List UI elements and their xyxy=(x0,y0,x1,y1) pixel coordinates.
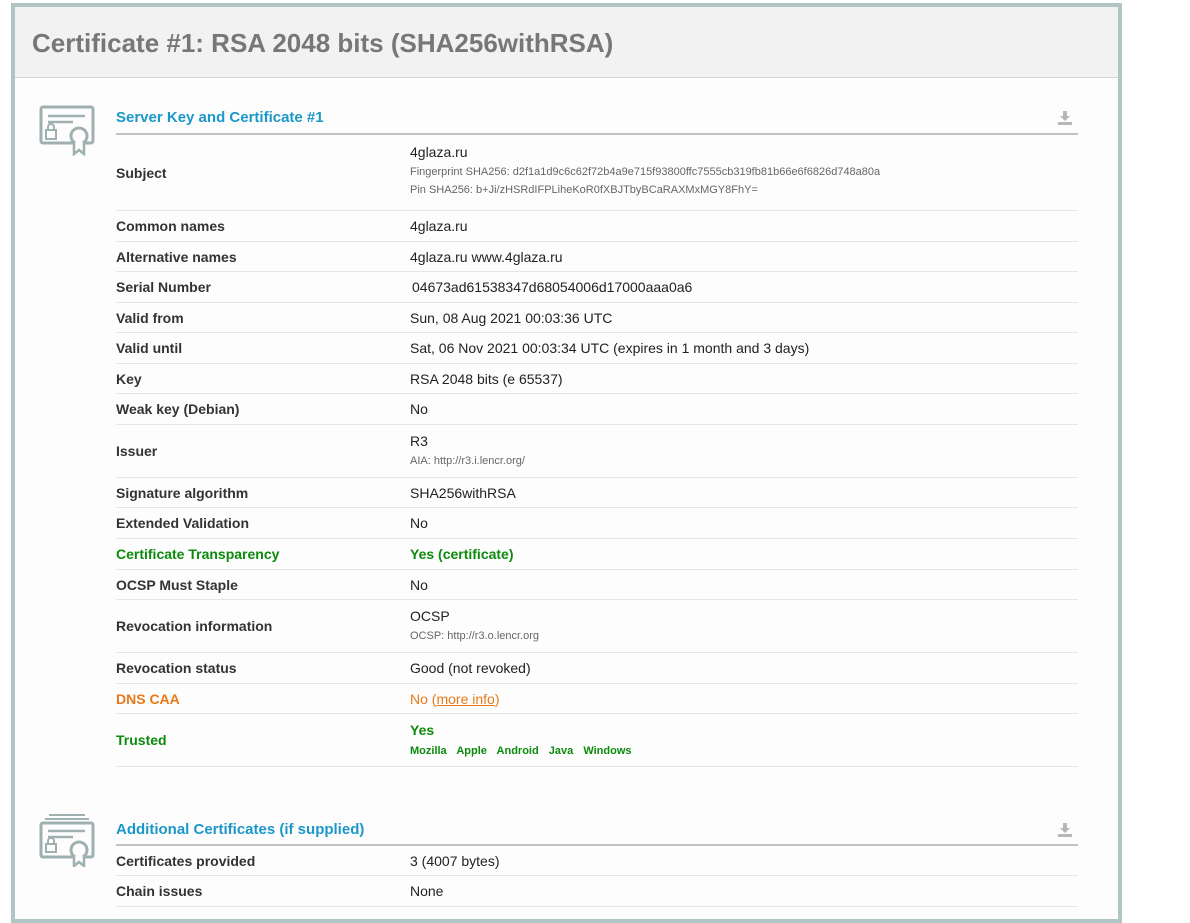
row-subject: Subject 4glaza.ru Fingerprint SHA256: d2… xyxy=(116,135,1078,211)
subject-pin: Pin SHA256: b+Ji/zHSRdIFPLiheKoR0fXBJTby… xyxy=(410,184,758,196)
value-valid-from: Sun, 08 Aug 2021 00:03:36 UTC xyxy=(410,309,613,326)
label-valid-until: Valid until xyxy=(116,340,183,356)
subject-domain: 4glaza.ru xyxy=(410,144,468,160)
row-valid-from: Valid from Sun, 08 Aug 2021 00:03:36 UTC xyxy=(116,303,1078,333)
label-extended-validation: Extended Validation xyxy=(116,515,250,531)
value-key: RSA 2048 bits (e 65537) xyxy=(410,370,563,387)
row-common-names: Common names 4glaza.ru xyxy=(116,211,1078,242)
row-chain-issues: Chain issues None xyxy=(116,876,1078,907)
row-certificate-transparency: Certificate Transparency Yes (certificat… xyxy=(116,539,1078,570)
value-common-names: 4glaza.ru xyxy=(410,218,468,234)
trusted-status: Yes xyxy=(410,722,435,738)
value-chain-issues: None xyxy=(410,883,444,899)
value-subject: 4glaza.ru Fingerprint SHA256: d2f1a1d9c6… xyxy=(410,144,880,196)
row-alternative-names: Alternative names 4glaza.ru www.4glaza.r… xyxy=(116,242,1078,272)
issuer-name: R3 xyxy=(410,433,428,449)
server-key-table: Subject 4glaza.ru Fingerprint SHA256: d2… xyxy=(116,135,1078,767)
value-ocsp-must-staple: No xyxy=(410,576,428,593)
platform-apple: Apple xyxy=(456,745,487,757)
certificate-icon xyxy=(39,105,95,156)
label-weak-key: Weak key (Debian) xyxy=(116,401,240,417)
page-title: Certificate #1: RSA 2048 bits (SHA256wit… xyxy=(32,28,614,58)
row-revocation-status: Revocation status Good (not revoked) xyxy=(116,653,1078,684)
value-trusted: Yes Mozilla Apple Android Java Windows xyxy=(410,722,639,757)
certificate-panel: Certificate #1: RSA 2048 bits (SHA256wit… xyxy=(11,3,1122,923)
label-dns-caa: DNS CAA xyxy=(116,690,180,707)
row-certificates-provided: Certificates provided 3 (4007 bytes) xyxy=(116,846,1078,876)
certificates-stack-icon xyxy=(39,814,95,867)
platform-android: Android xyxy=(496,745,539,757)
label-chain-issues: Chain issues xyxy=(116,883,203,899)
row-valid-until: Valid until Sat, 06 Nov 2021 00:03:34 UT… xyxy=(116,333,1078,364)
row-ocsp-must-staple: OCSP Must Staple No xyxy=(116,570,1078,600)
section-title-additional-certificates: Additional Certificates (if supplied) xyxy=(116,821,365,838)
value-alternative-names: 4glaza.ru www.4glaza.ru xyxy=(410,248,563,265)
label-certificate-transparency: Certificate Transparency xyxy=(116,546,280,562)
value-certificates-provided: 3 (4007 bytes) xyxy=(410,852,500,869)
platform-windows: Windows xyxy=(583,745,632,757)
additional-certificates-table: Certificates provided 3 (4007 bytes) Cha… xyxy=(116,846,1078,907)
value-issuer: R3 AIA: http://r3.i.lencr.org/ xyxy=(410,433,525,467)
download-icon[interactable] xyxy=(1058,822,1072,838)
label-serial-number: Serial Number xyxy=(116,279,211,295)
label-key: Key xyxy=(116,370,142,387)
row-signature-algorithm: Signature algorithm SHA256withRSA xyxy=(116,478,1078,508)
trusted-platforms: Mozilla Apple Android Java Windows xyxy=(410,745,639,757)
label-common-names: Common names xyxy=(116,218,225,234)
row-key: Key RSA 2048 bits (e 65537) xyxy=(116,364,1078,394)
row-issuer: Issuer R3 AIA: http://r3.i.lencr.org/ xyxy=(116,425,1078,478)
value-valid-until: Sat, 06 Nov 2021 00:03:34 UTC (expires i… xyxy=(410,340,810,356)
download-icon[interactable] xyxy=(1058,110,1072,126)
label-valid-from: Valid from xyxy=(116,309,184,326)
label-signature-algorithm: Signature algorithm xyxy=(116,484,249,501)
subject-fingerprint: Fingerprint SHA256: d2f1a1d9c6c62f72b4a9… xyxy=(410,166,881,178)
row-weak-key: Weak key (Debian) No xyxy=(116,394,1078,425)
value-revocation-information: OCSP OCSP: http://r3.o.lencr.org xyxy=(410,608,539,642)
value-dns-caa: No (more info) xyxy=(410,691,500,707)
row-revocation-information: Revocation information OCSP OCSP: http:/… xyxy=(116,600,1078,653)
label-certificates-provided: Certificates provided xyxy=(116,852,256,869)
row-trusted: Trusted Yes Mozilla Apple Android Java W… xyxy=(116,714,1078,767)
revocation-method: OCSP xyxy=(410,608,450,624)
title-bar: Certificate #1: RSA 2048 bits (SHA256wit… xyxy=(15,7,1118,78)
label-revocation-information: Revocation information xyxy=(116,618,273,634)
platform-mozilla: Mozilla xyxy=(410,745,447,757)
dns-caa-paren-close: ) xyxy=(494,690,500,707)
value-certificate-transparency: Yes (certificate) xyxy=(410,546,514,562)
value-extended-validation: No xyxy=(410,515,428,531)
dns-caa-status: No xyxy=(410,690,428,707)
label-alternative-names: Alternative names xyxy=(116,248,237,265)
value-serial-number: 04673ad61538347d68054006d17000aaa0a6 xyxy=(412,279,693,295)
label-revocation-status: Revocation status xyxy=(116,660,237,676)
row-extended-validation: Extended Validation No xyxy=(116,508,1078,539)
section-title-server-key: Server Key and Certificate #1 xyxy=(116,109,324,126)
label-trusted: Trusted xyxy=(116,732,167,748)
value-revocation-status: Good (not revoked) xyxy=(410,660,531,676)
label-ocsp-must-staple: OCSP Must Staple xyxy=(116,576,238,593)
row-serial-number: Serial Number 04673ad61538347d68054006d1… xyxy=(116,272,1078,303)
issuer-aia: AIA: http://r3.i.lencr.org/ xyxy=(410,455,525,467)
label-subject: Subject xyxy=(116,164,167,181)
value-weak-key: No xyxy=(410,401,428,417)
revocation-ocsp-url: OCSP: http://r3.o.lencr.org xyxy=(410,630,540,642)
value-signature-algorithm: SHA256withRSA xyxy=(410,484,516,501)
row-dns-caa: DNS CAA No (more info) xyxy=(116,684,1078,714)
platform-java: Java xyxy=(548,745,574,757)
more-info-link[interactable]: more info xyxy=(436,691,494,707)
label-issuer: Issuer xyxy=(116,443,158,459)
